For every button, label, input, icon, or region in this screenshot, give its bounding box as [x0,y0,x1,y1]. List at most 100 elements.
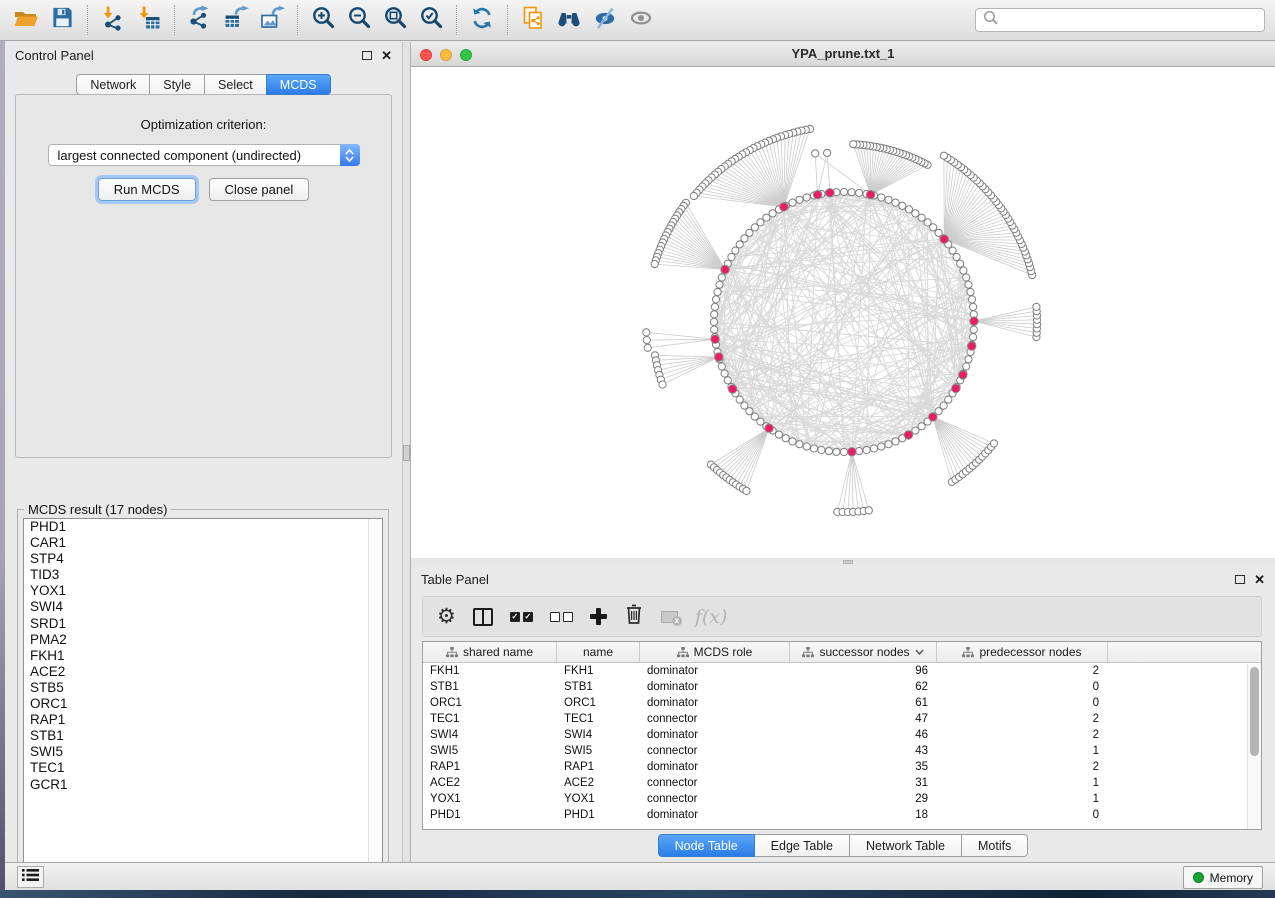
close-panel-icon[interactable]: ✕ [381,49,392,62]
run-mcds-button[interactable]: Run MCDS [98,178,196,201]
search-box[interactable] [975,8,1265,32]
memory-button[interactable]: Memory [1183,866,1263,889]
table-row[interactable]: PHD1PHD1dominator180 [423,807,1261,823]
table-cell: ACE2 [557,777,640,789]
column-header-MCDS-role[interactable]: MCDS role [640,642,790,662]
window-zoom-traffic-light[interactable] [460,49,472,61]
result-list-item[interactable]: GCR1 [24,777,382,793]
table-settings-button[interactable]: ⚙ [437,606,456,627]
network-graph[interactable] [411,67,1275,558]
table-row[interactable]: STB1STB1dominator620 [423,679,1261,695]
optimization-select[interactable]: largest connected component (undirected) [48,144,360,166]
select-all-button[interactable]: ✓✓ [510,612,533,622]
table-scrollbar[interactable] [1247,664,1261,829]
result-list-item[interactable]: PHD1 [24,519,382,535]
toggle-columns-button[interactable] [473,608,493,626]
columns-icon [473,608,493,626]
result-list-item[interactable]: STP4 [24,551,382,567]
import-network-button[interactable] [95,3,131,37]
table-row[interactable]: SWI4SWI4dominator462 [423,727,1261,743]
find-button[interactable] [551,3,587,37]
result-list-item[interactable]: SWI4 [24,599,382,615]
export-image-button[interactable] [254,3,290,37]
vertical-splitter[interactable] [402,42,411,862]
column-header-predecessor-nodes[interactable]: predecessor nodes [937,642,1108,662]
tab-network[interactable]: Network [76,74,150,95]
result-list-item[interactable]: SRD1 [24,616,382,632]
select-stepper-icon [340,144,360,166]
clear-table-button[interactable]: x [661,611,678,623]
table-clear-icon: x [661,611,678,623]
tab-network-table[interactable]: Network Table [849,834,962,857]
result-list-item[interactable]: CAR1 [24,535,382,551]
close-panel-icon[interactable]: ✕ [1254,573,1265,586]
clone-network-button[interactable] [515,3,551,37]
eye-icon [628,5,654,36]
import-table-button[interactable] [131,3,167,37]
clone-network-icon [520,5,546,36]
zoom-out-button[interactable] [341,3,377,37]
deselect-all-button[interactable] [550,612,573,622]
table-row[interactable]: SWI5SWI5connector431 [423,743,1261,759]
result-list-item[interactable]: YOX1 [24,583,382,599]
tab-mcds[interactable]: MCDS [266,74,331,95]
zoom-in-button[interactable] [305,3,341,37]
splitter-grip[interactable] [403,445,410,461]
table-row[interactable]: FKH1FKH1dominator962 [423,663,1261,679]
table-row[interactable]: ORC1ORC1dominator610 [423,695,1261,711]
preview-button[interactable] [623,3,659,37]
result-list-item[interactable]: ACE2 [24,664,382,680]
network-window-titlebar[interactable]: YPA_prune.txt_1 [411,42,1275,67]
tab-edge-table[interactable]: Edge Table [754,834,850,857]
tab-node-table[interactable]: Node Table [658,834,755,857]
result-scrollbar[interactable] [368,519,382,873]
delete-column-button[interactable] [624,603,644,630]
save-session-button[interactable] [44,3,80,37]
result-list-item[interactable]: PMA2 [24,632,382,648]
table-cell: 1 [937,745,1108,757]
zoom-selected-button[interactable] [413,3,449,37]
result-list-item[interactable]: STB1 [24,728,382,744]
result-list-item[interactable]: TID3 [24,567,382,583]
float-panel-icon[interactable] [362,51,372,60]
export-network-button[interactable] [182,3,218,37]
tab-style[interactable]: Style [149,74,205,95]
result-list-item[interactable]: STB5 [24,680,382,696]
float-panel-icon[interactable] [1235,575,1245,584]
table-row[interactable]: YOX1YOX1connector291 [423,791,1261,807]
network-canvas[interactable] [411,67,1275,558]
mcds-result-list[interactable]: PHD1CAR1STP4TID3YOX1SWI4SRD1PMA2FKH1ACE2… [23,518,383,874]
horizontal-splitter[interactable] [411,558,1275,566]
result-list-item[interactable]: SWI5 [24,744,382,760]
result-list-item[interactable]: RAP1 [24,712,382,728]
add-column-button[interactable] [590,608,607,625]
column-label: shared name [463,645,533,659]
search-input[interactable] [999,13,1258,27]
show-hide-panels-button[interactable] [587,3,623,37]
table-row[interactable]: ACE2ACE2connector311 [423,775,1261,791]
refresh-icon [469,5,495,36]
zoom-fit-button[interactable] [377,3,413,37]
column-header-shared-name[interactable]: shared name [423,642,557,662]
result-list-item[interactable]: ORC1 [24,696,382,712]
tab-motifs[interactable]: Motifs [961,834,1028,857]
export-table-button[interactable] [218,3,254,37]
column-header-name[interactable]: name [557,642,640,662]
apply-layout-button[interactable] [464,3,500,37]
open-session-button[interactable] [8,3,44,37]
window-close-traffic-light[interactable] [420,49,432,61]
column-header-successor-nodes[interactable]: successor nodes [790,642,937,662]
close-panel-button[interactable]: Close panel [209,178,310,201]
splitter-grip[interactable] [843,560,853,564]
function-builder-button[interactable]: f(x) [695,606,728,628]
table-row[interactable]: RAP1RAP1dominator352 [423,759,1261,775]
node-table[interactable]: shared name nameMCDS rolesuccessor nodesp… [422,641,1262,830]
task-history-button[interactable] [17,866,44,888]
table-row[interactable]: TEC1TEC1connector472 [423,711,1261,727]
result-list-item[interactable]: TEC1 [24,760,382,776]
window-minimize-traffic-light[interactable] [440,49,452,61]
scrollbar-thumb[interactable] [1250,667,1259,756]
table-cell: 47 [790,713,937,725]
result-list-item[interactable]: FKH1 [24,648,382,664]
tab-select[interactable]: Select [204,74,267,95]
